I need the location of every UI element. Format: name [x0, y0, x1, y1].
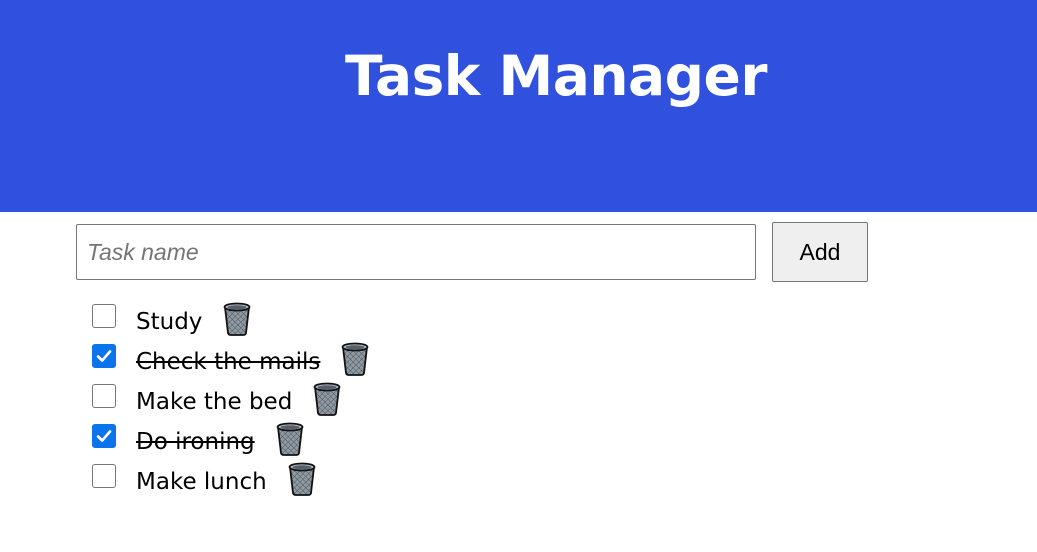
trash-can-icon[interactable] — [274, 422, 306, 456]
app-header: Task Manager — [0, 0, 1037, 212]
task-item: Do ironing — [92, 418, 371, 458]
task-label: Make lunch — [136, 469, 267, 495]
task-checkbox[interactable] — [92, 424, 116, 448]
trash-can-icon[interactable] — [286, 462, 318, 496]
page-title: Task Manager — [345, 44, 767, 108]
trash-can-icon[interactable] — [221, 302, 253, 336]
task-label: Do ironing — [136, 429, 255, 455]
task-item: Study — [92, 298, 371, 338]
task-checkbox[interactable] — [92, 344, 116, 368]
task-item: Check the mails — [92, 338, 371, 378]
task-list: Study Check the mails Make the bed Do ir… — [92, 298, 371, 498]
task-item: Make lunch — [92, 458, 371, 498]
add-task-button[interactable]: Add — [772, 222, 868, 282]
trash-can-icon[interactable] — [311, 382, 343, 416]
trash-can-icon[interactable] — [339, 342, 371, 376]
task-checkbox[interactable] — [92, 464, 116, 488]
task-checkbox[interactable] — [92, 384, 116, 408]
task-label: Make the bed — [136, 389, 293, 415]
checkmark-icon — [96, 430, 112, 442]
checkmark-icon — [96, 350, 112, 362]
task-label: Check the mails — [136, 349, 321, 375]
task-label: Study — [136, 309, 203, 335]
task-name-input[interactable] — [76, 224, 756, 280]
task-item: Make the bed — [92, 378, 371, 418]
task-checkbox[interactable] — [92, 304, 116, 328]
